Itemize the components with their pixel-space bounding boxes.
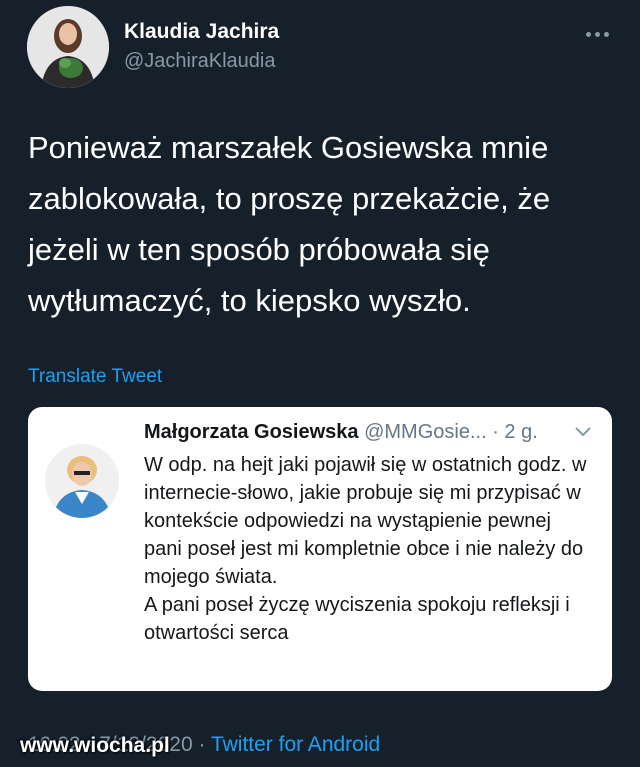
footer-separator: · (198, 733, 206, 756)
tweet-text: Ponieważ marszałek Gosiewska mnie zablok… (28, 130, 551, 318)
more-options-icon[interactable] (580, 24, 614, 44)
quoted-author-avatar-image (45, 444, 119, 518)
tweet-source-link[interactable]: Twitter for Android (211, 733, 380, 756)
quoted-tweet-text: W odp. na hejt jaki pojawił się w ostatn… (144, 451, 594, 647)
quoted-tweet-header: Małgorzata Gosiewska @MMGosie... · 2 g. (144, 421, 538, 444)
translate-tweet-link[interactable]: Translate Tweet (28, 366, 162, 388)
chevron-down-icon[interactable] (574, 425, 592, 439)
quoted-author-avatar[interactable] (45, 444, 119, 518)
author-handle[interactable]: @JachiraKlaudia (124, 50, 276, 73)
quoted-author-name[interactable]: Małgorzata Gosiewska (144, 421, 359, 443)
author-avatar[interactable] (27, 6, 109, 88)
quoted-author-handle[interactable]: @MMGosie... (364, 421, 487, 443)
watermark-text: www.wiocha.pl (20, 734, 170, 757)
author-avatar-image (27, 6, 109, 88)
quoted-tweet-paragraph-2: A pani poseł życzę wyciszenia spokoju re… (144, 594, 570, 644)
quoted-tweet-card[interactable]: Małgorzata Gosiewska @MMGosie... · 2 g. … (28, 407, 612, 691)
quoted-tweet-time: · 2 g. (492, 421, 538, 443)
quoted-tweet-paragraph-1: W odp. na hejt jaki pojawił się w ostatn… (144, 454, 587, 588)
author-name[interactable]: Klaudia Jachira (124, 20, 279, 44)
